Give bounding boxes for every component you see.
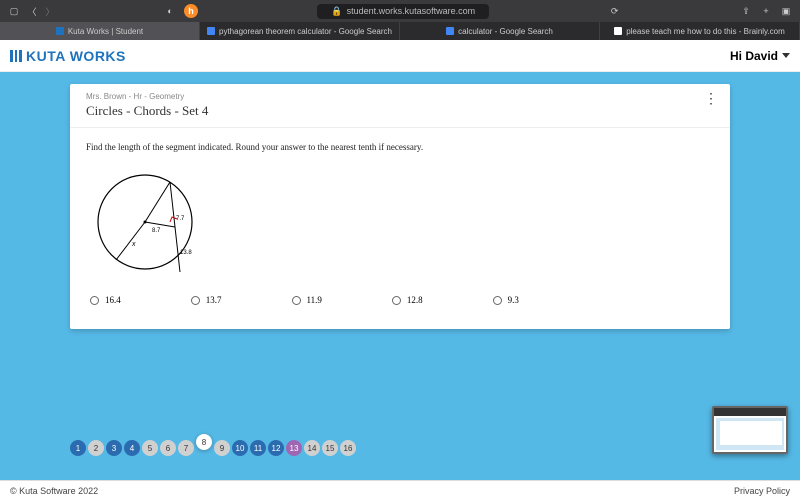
more-options-button[interactable]: ⋮ [704, 96, 718, 102]
answer-label: 11.9 [307, 295, 322, 305]
pager-button[interactable]: 16 [340, 440, 356, 456]
brand-logo-icon [10, 50, 22, 62]
chevron-down-icon [782, 53, 790, 58]
honey-extension-icon[interactable]: h [184, 4, 198, 18]
tab-label: calculator - Google Search [458, 27, 553, 36]
pager-button[interactable]: 11 [250, 440, 266, 456]
radio-icon [292, 296, 301, 305]
app-footer: © Kuta Software 2022 Privacy Policy [0, 480, 800, 500]
brand-text: KUTA WORKS [26, 48, 126, 64]
tab-label: Kuta Works | Student [68, 27, 143, 36]
answer-label: 9.3 [508, 295, 519, 305]
reload-icon[interactable]: ⟳ [609, 5, 621, 17]
pager-button[interactable]: 8 [196, 434, 212, 450]
radio-icon [90, 296, 99, 305]
pager-button[interactable]: 15 [322, 440, 338, 456]
pager-button[interactable]: 4 [124, 440, 140, 456]
address-bar[interactable]: 🔒 student.works.kutasoftware.com [317, 4, 489, 19]
question-card: ⋮ Mrs. Brown - Hr - Geometry Circles - C… [70, 84, 730, 329]
radio-icon [493, 296, 502, 305]
share-icon[interactable]: ⇪ [740, 5, 752, 17]
geometry-diagram: 8.7 7.7 13.8 x [90, 162, 714, 287]
lock-icon: 🔒 [331, 6, 342, 17]
forward-icon[interactable]: 〉 [44, 5, 56, 17]
tab-favicon-icon [614, 27, 622, 35]
pager-button[interactable]: 1 [70, 440, 86, 456]
main-canvas: ⋮ Mrs. Brown - Hr - Geometry Circles - C… [0, 72, 800, 480]
back-icon[interactable]: 〈 [26, 5, 38, 17]
page-title: Circles - Chords - Set 4 [86, 103, 714, 119]
tabs-overview-icon[interactable]: ▣ [780, 5, 792, 17]
brand[interactable]: KUTA WORKS [10, 48, 126, 64]
greeting-text: Hi David [730, 49, 778, 63]
shield-icon[interactable]: ◐ [164, 5, 176, 17]
radio-icon [392, 296, 401, 305]
pager-button[interactable]: 5 [142, 440, 158, 456]
breadcrumb: Mrs. Brown - Hr - Geometry [86, 92, 714, 101]
question-pager: 12345678910111213141516 [70, 440, 356, 456]
picture-in-picture-window[interactable] [712, 406, 788, 454]
pager-button[interactable]: 7 [178, 440, 194, 456]
browser-tab[interactable]: calculator - Google Search [400, 22, 600, 40]
answer-options: 16.4 13.7 11.9 12.8 9.3 [86, 295, 714, 305]
answer-option[interactable]: 11.9 [292, 295, 322, 305]
app-header: KUTA WORKS Hi David [0, 40, 800, 72]
tab-strip: Kuta Works | Student pythagorean theorem … [0, 22, 800, 40]
new-tab-icon[interactable]: + [760, 5, 772, 17]
tab-label: please teach me how to do this - Brainly… [626, 27, 785, 36]
answer-label: 12.8 [407, 295, 423, 305]
answer-label: 13.7 [206, 295, 222, 305]
tab-favicon-icon [56, 27, 64, 35]
sidebar-toggle-icon[interactable]: ▢ [8, 5, 20, 17]
user-menu[interactable]: Hi David [730, 49, 790, 63]
pager-button[interactable]: 12 [268, 440, 284, 456]
pager-button[interactable]: 10 [232, 440, 248, 456]
tab-label: pythagorean theorem calculator - Google … [219, 27, 392, 36]
answer-option[interactable]: 9.3 [493, 295, 519, 305]
label-half: 7.7 [176, 216, 185, 222]
url-text: student.works.kutasoftware.com [347, 6, 476, 16]
browser-tab[interactable]: Kuta Works | Student [0, 22, 200, 40]
answer-option[interactable]: 12.8 [392, 295, 423, 305]
radio-icon [191, 296, 200, 305]
divider [70, 127, 730, 128]
pager-button[interactable]: 14 [304, 440, 320, 456]
browser-toolbar: ▢ 〈 〉 ◐ h 🔒 student.works.kutasoftware.c… [0, 0, 800, 22]
pager-button[interactable]: 13 [286, 440, 302, 456]
answer-label: 16.4 [105, 295, 121, 305]
label-r: 8.7 [152, 228, 161, 234]
label-x: x [131, 241, 136, 248]
privacy-link[interactable]: Privacy Policy [734, 486, 790, 496]
answer-option[interactable]: 16.4 [90, 295, 121, 305]
label-chord: 13.8 [180, 250, 192, 256]
browser-tab[interactable]: pythagorean theorem calculator - Google … [200, 22, 400, 40]
pager-button[interactable]: 2 [88, 440, 104, 456]
browser-tab[interactable]: please teach me how to do this - Brainly… [600, 22, 800, 40]
pager-button[interactable]: 3 [106, 440, 122, 456]
question-text: Find the length of the segment indicated… [86, 142, 714, 152]
pager-button[interactable]: 6 [160, 440, 176, 456]
answer-option[interactable]: 13.7 [191, 295, 222, 305]
copyright-text: © Kuta Software 2022 [10, 486, 98, 496]
pager-button[interactable]: 9 [214, 440, 230, 456]
tab-favicon-icon [446, 27, 454, 35]
tab-favicon-icon [207, 27, 215, 35]
